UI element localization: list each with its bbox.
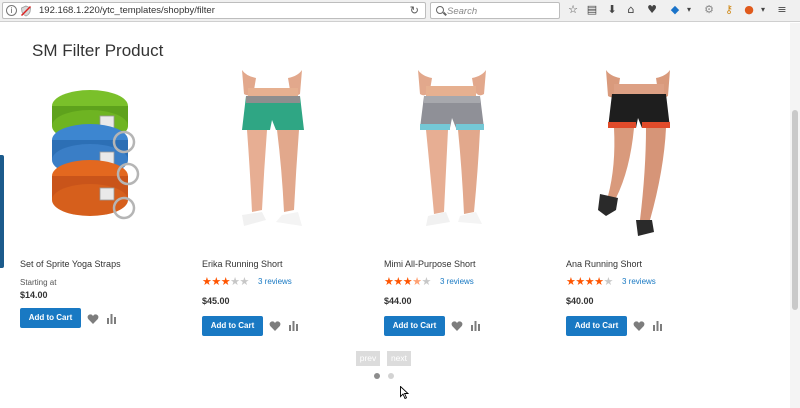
compare-icon[interactable] xyxy=(470,321,481,331)
price-prefix: Starting at xyxy=(20,278,57,287)
product-name[interactable]: Set of Sprite Yoga Straps xyxy=(20,259,121,269)
info-icon[interactable]: i xyxy=(6,5,17,16)
next-button[interactable]: next xyxy=(387,351,411,366)
product-name[interactable]: Erika Running Short xyxy=(202,259,283,269)
product-card: Set of Sprite Yoga Straps Starting at $1… xyxy=(20,70,190,340)
product-card: Erika Running Short ★★★★★ 3 reviews $45.… xyxy=(202,70,372,340)
product-card: Ana Running Short ★★★★★ 3 reviews $40.00… xyxy=(566,70,736,340)
search-input[interactable]: Search xyxy=(430,2,560,19)
search-icon xyxy=(436,6,444,14)
side-panel-handle[interactable] xyxy=(0,155,4,268)
extension-icon[interactable]: ◆ xyxy=(668,3,682,17)
pager-dot[interactable] xyxy=(388,373,394,379)
menu-icon[interactable]: ≡ xyxy=(775,3,789,17)
add-to-cart-button[interactable]: Add to Cart xyxy=(202,316,263,336)
product-name[interactable]: Mimi All-Purpose Short xyxy=(384,259,476,269)
product-image[interactable] xyxy=(202,70,372,250)
product-price: $14.00 xyxy=(20,290,48,300)
reviews-link[interactable]: 3 reviews xyxy=(440,277,474,286)
search-placeholder: Search xyxy=(447,6,478,17)
scrollbar-thumb[interactable] xyxy=(792,110,798,310)
browser-toolbar: i 192.168.1.220/ytc_templates/shopby/fil… xyxy=(0,0,800,22)
reading-list-icon[interactable]: ▤ xyxy=(585,3,599,17)
product-card: Mimi All-Purpose Short ★★★★★ 3 reviews $… xyxy=(384,70,554,340)
compare-icon[interactable] xyxy=(652,321,663,331)
addon-icon[interactable]: ● xyxy=(742,3,756,17)
product-name[interactable]: Ana Running Short xyxy=(566,259,642,269)
wishlist-heart-icon[interactable] xyxy=(451,320,463,332)
key-icon[interactable]: ⚷ xyxy=(722,3,736,17)
bookmark-star-icon[interactable]: ☆ xyxy=(566,3,580,17)
pager-dot-active[interactable] xyxy=(374,373,380,379)
compare-icon[interactable] xyxy=(288,321,299,331)
product-price: $40.00 xyxy=(566,296,594,306)
product-price: $45.00 xyxy=(202,296,230,306)
add-to-cart-button[interactable]: Add to Cart xyxy=(384,316,445,336)
product-image[interactable] xyxy=(384,70,554,250)
tracking-protection-icon[interactable] xyxy=(20,5,32,17)
product-image[interactable] xyxy=(566,70,736,250)
prev-button[interactable]: prev xyxy=(356,351,380,366)
reload-icon[interactable]: ↻ xyxy=(410,4,419,17)
rating-stars: ★★★★★ xyxy=(566,275,613,288)
pocket-icon[interactable]: ♥ xyxy=(645,3,659,17)
wishlist-heart-icon[interactable] xyxy=(87,313,99,325)
reviews-link[interactable]: 3 reviews xyxy=(622,277,656,286)
wishlist-heart-icon[interactable] xyxy=(633,320,645,332)
add-to-cart-button[interactable]: Add to Cart xyxy=(20,308,81,328)
compare-icon[interactable] xyxy=(106,314,117,324)
home-icon[interactable]: ⌂ xyxy=(624,3,638,17)
url-text: 192.168.1.220/ytc_templates/shopby/filte… xyxy=(39,5,215,16)
wishlist-heart-icon[interactable] xyxy=(269,320,281,332)
mouse-cursor-icon xyxy=(400,386,409,399)
addon-menu-icon[interactable]: ▾ xyxy=(756,3,770,17)
rating-stars: ★★★★★ xyxy=(202,275,249,288)
add-to-cart-button[interactable]: Add to Cart xyxy=(566,316,627,336)
address-bar[interactable]: i 192.168.1.220/ytc_templates/shopby/fil… xyxy=(2,2,426,19)
extension-menu-icon[interactable]: ▾ xyxy=(682,3,696,17)
page-title: SM Filter Product xyxy=(32,41,164,60)
reviews-link[interactable]: 3 reviews xyxy=(258,277,292,286)
product-price: $44.00 xyxy=(384,296,412,306)
product-image[interactable] xyxy=(20,70,190,250)
settings-icon[interactable]: ⚙ xyxy=(702,3,716,17)
rating-stars: ★★★★★ xyxy=(384,275,431,288)
download-icon[interactable]: ⬇ xyxy=(605,3,619,17)
